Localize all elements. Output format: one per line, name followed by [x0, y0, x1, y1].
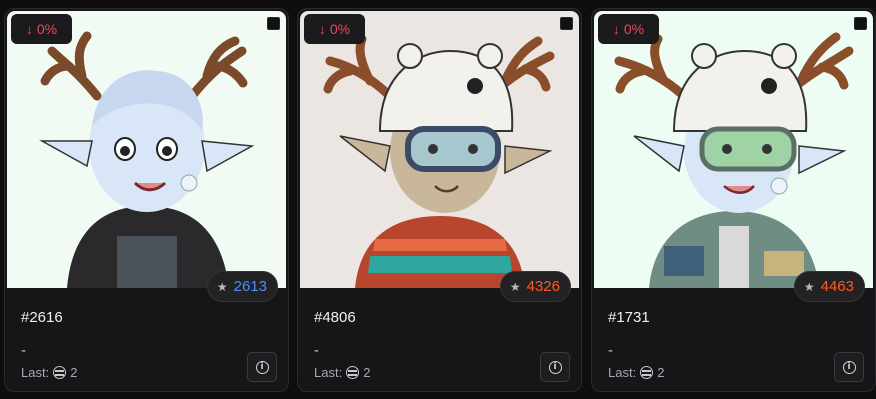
nft-artwork-image[interactable]	[594, 11, 873, 288]
token-id: #1731	[608, 309, 650, 326]
listing-price: -	[21, 342, 26, 359]
nft-card[interactable]: ↓ 0% ★ 2613 #2616 - Last: 2 i	[4, 8, 289, 392]
rarity-rank-value: 2613	[233, 278, 267, 295]
arrow-down-icon: ↓	[25, 21, 33, 37]
deer-character-art	[300, 11, 579, 288]
rarity-rank-pill: ★ 4326	[499, 271, 571, 302]
rarity-rank-pill: ★ 2613	[206, 271, 278, 302]
price-change-badge: ↓ 0%	[598, 14, 659, 44]
select-checkbox[interactable]	[267, 17, 280, 30]
price-change-badge: ↓ 0%	[304, 14, 365, 44]
rarity-rank-value: 4326	[526, 278, 560, 295]
nft-card[interactable]: ↓ 0% ★ 4463 #1731 - Last: 2 i	[591, 8, 876, 392]
arrow-down-icon: ↓	[318, 21, 326, 37]
last-sale-label: Last:	[314, 365, 343, 380]
last-sale: Last: 2	[21, 365, 77, 380]
nft-artwork-image[interactable]	[7, 11, 286, 288]
info-icon: i	[842, 360, 856, 374]
nft-artwork-image[interactable]	[300, 11, 579, 288]
last-sale-value: 2	[363, 365, 371, 380]
listing-price: -	[314, 342, 319, 359]
rarity-rank-value: 4463	[820, 278, 854, 295]
select-checkbox[interactable]	[560, 17, 573, 30]
select-checkbox[interactable]	[854, 17, 867, 30]
price-change-badge: ↓ 0%	[11, 14, 72, 44]
last-sale: Last: 2	[608, 365, 664, 380]
listing-price: -	[608, 342, 613, 359]
star-icon: ★	[803, 279, 815, 294]
price-change-value: 0%	[623, 21, 645, 37]
info-icon: i	[255, 360, 269, 374]
last-sale-value: 2	[657, 365, 665, 380]
arrow-down-icon: ↓	[612, 21, 620, 37]
last-sale-label: Last:	[21, 365, 50, 380]
eth-icon	[346, 366, 360, 379]
rarity-rank-pill: ★ 4463	[793, 271, 865, 302]
token-id: #4806	[314, 309, 356, 326]
info-button[interactable]: i	[540, 352, 570, 382]
last-sale-label: Last:	[608, 365, 637, 380]
info-button[interactable]: i	[247, 352, 277, 382]
eth-icon	[640, 366, 654, 379]
price-change-value: 0%	[329, 21, 351, 37]
nft-card[interactable]: ↓ 0% ★ 4326 #4806 - Last: 2 i	[297, 8, 582, 392]
token-id: #2616	[21, 309, 63, 326]
star-icon: ★	[509, 279, 521, 294]
last-sale: Last: 2	[314, 365, 370, 380]
nft-card-grid: ↓ 0% ★ 2613 #2616 - Last: 2 i ↓ 0% ★ 432…	[0, 0, 876, 399]
info-button[interactable]: i	[834, 352, 864, 382]
star-icon: ★	[216, 279, 228, 294]
eth-icon	[53, 366, 67, 379]
info-icon: i	[548, 360, 562, 374]
deer-character-art	[594, 11, 873, 288]
last-sale-value: 2	[70, 365, 78, 380]
price-change-value: 0%	[36, 21, 58, 37]
deer-character-art	[7, 11, 286, 288]
